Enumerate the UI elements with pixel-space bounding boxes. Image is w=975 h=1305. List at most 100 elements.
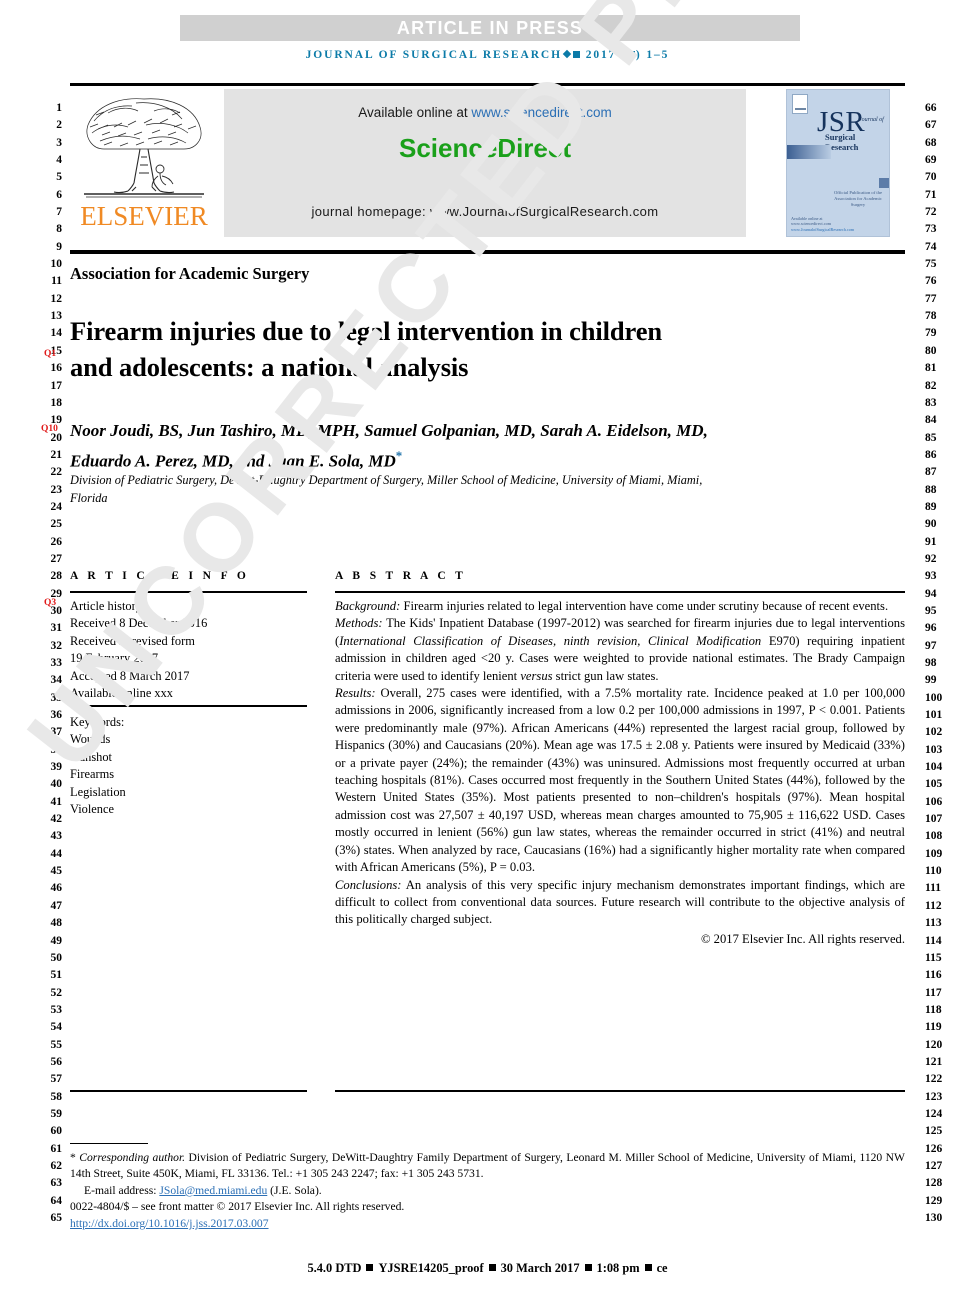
article-history-item: Received in revised form bbox=[70, 633, 195, 648]
line-number: 119 bbox=[925, 1021, 942, 1034]
proof-stamp: 5.4.0 DTD YJSRE14205_proof 30 March 2017 1:… bbox=[70, 1261, 905, 1276]
line-number: 54 bbox=[50, 1021, 63, 1034]
footnote-doi: http://dx.doi.org/10.1016/j.jss.2017.03.… bbox=[70, 1216, 905, 1232]
line-number: 64 bbox=[50, 1194, 63, 1207]
keyword-item: Firearms bbox=[70, 767, 115, 782]
abstract-results-label: Results: bbox=[335, 686, 376, 701]
line-number: 122 bbox=[925, 1073, 943, 1086]
footnote-asterisk: * bbox=[70, 1151, 76, 1164]
line-number: 93 bbox=[925, 570, 937, 583]
line-number: 26 bbox=[50, 535, 63, 548]
affiliation: Division of Pediatric Surgery, DeWitt-Da… bbox=[70, 473, 703, 505]
keyword-item: Wounds bbox=[70, 732, 111, 747]
line-number: 99 bbox=[925, 674, 937, 687]
email-link[interactable]: JSola@med.miami.edu bbox=[159, 1184, 267, 1197]
square-icon bbox=[488, 1264, 496, 1271]
footnote-email-line: E-mail address: JSola@med.miami.edu (J.E… bbox=[70, 1183, 905, 1199]
abstract-results: Results: Overall, 275 cases were identif… bbox=[335, 685, 905, 876]
line-number: 86 bbox=[925, 448, 937, 461]
article-history-label: Article history: bbox=[70, 599, 146, 613]
line-number: 57 bbox=[50, 1073, 63, 1086]
line-number: 95 bbox=[925, 604, 937, 617]
journal-running-head: JOURNAL OF SURGICAL RESEARCH 2017 () 1–5 bbox=[305, 49, 670, 61]
line-number: 66 bbox=[925, 102, 937, 114]
article-in-press-label: ARTICLE IN PRESS bbox=[396, 18, 584, 38]
line-number: 22 bbox=[50, 466, 63, 479]
abstract-results-text: Overall, 275 cases were identified, with… bbox=[335, 686, 905, 875]
line-number: 13 bbox=[50, 310, 63, 323]
running-head-year: 2017 bbox=[585, 49, 617, 61]
line-number: 89 bbox=[925, 500, 937, 513]
sciencedirect-wordmark: ScienceDirect bbox=[399, 133, 571, 163]
article-info-rule bbox=[70, 591, 307, 593]
line-number: 88 bbox=[925, 483, 937, 496]
line-number: 78 bbox=[925, 310, 937, 323]
line-number: 41 bbox=[50, 795, 63, 808]
article-history-item: 19 February 2017 bbox=[70, 651, 159, 666]
cover-sub-name: Surgical Research bbox=[825, 132, 859, 152]
available-online-line: Available online at www.sciencedirect.co… bbox=[224, 105, 746, 120]
article-history-item: Available online xxx bbox=[70, 686, 173, 701]
top-rule bbox=[70, 83, 905, 86]
sciencedirect-url-link[interactable]: www.sciencedirect.com bbox=[471, 105, 611, 120]
line-number: 34 bbox=[50, 674, 63, 687]
doi-link[interactable]: http://dx.doi.org/10.1016/j.jss.2017.03.… bbox=[70, 1217, 269, 1230]
line-number: 6 bbox=[56, 188, 62, 201]
line-number: 82 bbox=[925, 379, 937, 392]
page-title: Firearm injuries due to legal interventi… bbox=[70, 315, 663, 382]
line-number: 14 bbox=[50, 327, 63, 340]
corresponding-author-text: Division of Pediatric Surgery, DeWitt-Da… bbox=[70, 1151, 905, 1181]
line-number: 92 bbox=[925, 552, 937, 565]
query-marker-q1[interactable]: Q1 bbox=[44, 349, 56, 359]
line-number: 43 bbox=[50, 830, 63, 843]
line-number: 60 bbox=[50, 1125, 63, 1138]
line-number: 70 bbox=[925, 171, 937, 184]
line-number: 32 bbox=[50, 639, 63, 652]
line-number: 62 bbox=[50, 1159, 63, 1172]
footnote-block: * Corresponding author. Division of Pedi… bbox=[70, 1150, 905, 1232]
query-marker-q10[interactable]: Q10 bbox=[41, 424, 58, 434]
elsevier-wordmark: ELSEVIER bbox=[80, 201, 208, 231]
abstract-methods-italic: International Classification of Diseases… bbox=[339, 633, 762, 648]
line-number: 90 bbox=[925, 518, 937, 531]
line-number: 7 bbox=[56, 206, 62, 219]
line-number: 39 bbox=[50, 761, 63, 774]
abstract-background: Background: Firearm injuries related to … bbox=[335, 598, 905, 615]
cover-band-secondary bbox=[879, 178, 889, 188]
line-number: 2 bbox=[56, 119, 62, 132]
line-number: 5 bbox=[56, 171, 62, 184]
line-number: 36 bbox=[50, 709, 63, 722]
abstract-conclusions-label: Conclusions: bbox=[335, 877, 402, 892]
line-number: 12 bbox=[50, 292, 63, 305]
line-number: 110 bbox=[925, 865, 942, 878]
line-number: 101 bbox=[925, 709, 943, 722]
line-number: 38 bbox=[50, 743, 63, 756]
line-number: 49 bbox=[50, 934, 63, 947]
square-icon bbox=[584, 1264, 592, 1271]
line-number: 40 bbox=[50, 778, 63, 791]
line-number: 129 bbox=[925, 1194, 943, 1207]
abstract-body: Background: Firearm injuries related to … bbox=[335, 598, 905, 948]
line-number: 65 bbox=[50, 1212, 63, 1224]
line-number: 112 bbox=[925, 899, 942, 912]
line-number: 42 bbox=[50, 813, 63, 826]
proof-time: 1:08 pm bbox=[596, 1261, 640, 1275]
diamond-icon bbox=[562, 50, 572, 59]
line-number: 100 bbox=[925, 691, 943, 704]
square-icon bbox=[366, 1264, 374, 1271]
keyword-item: Gunshot bbox=[70, 749, 112, 764]
proof-dtd: 5.4.0 DTD bbox=[307, 1261, 362, 1275]
email-suffix: (J.E. Sola). bbox=[267, 1183, 322, 1197]
line-number: 3 bbox=[56, 136, 62, 149]
line-number: 23 bbox=[50, 483, 63, 496]
query-marker-q3[interactable]: Q3 bbox=[44, 598, 56, 608]
line-number: 25 bbox=[50, 518, 63, 531]
square-icon bbox=[627, 50, 635, 58]
abstract-background-label: Background: bbox=[335, 599, 401, 613]
abstract-background-text: Firearm injuries related to legal interv… bbox=[403, 599, 889, 613]
line-number: 71 bbox=[925, 188, 937, 201]
abstract-bottom-rule bbox=[335, 1090, 905, 1092]
line-number: 63 bbox=[50, 1177, 63, 1190]
line-number: 115 bbox=[925, 951, 942, 964]
abstract-rights: © 2017 Elsevier Inc. All rights reserved… bbox=[700, 931, 905, 946]
